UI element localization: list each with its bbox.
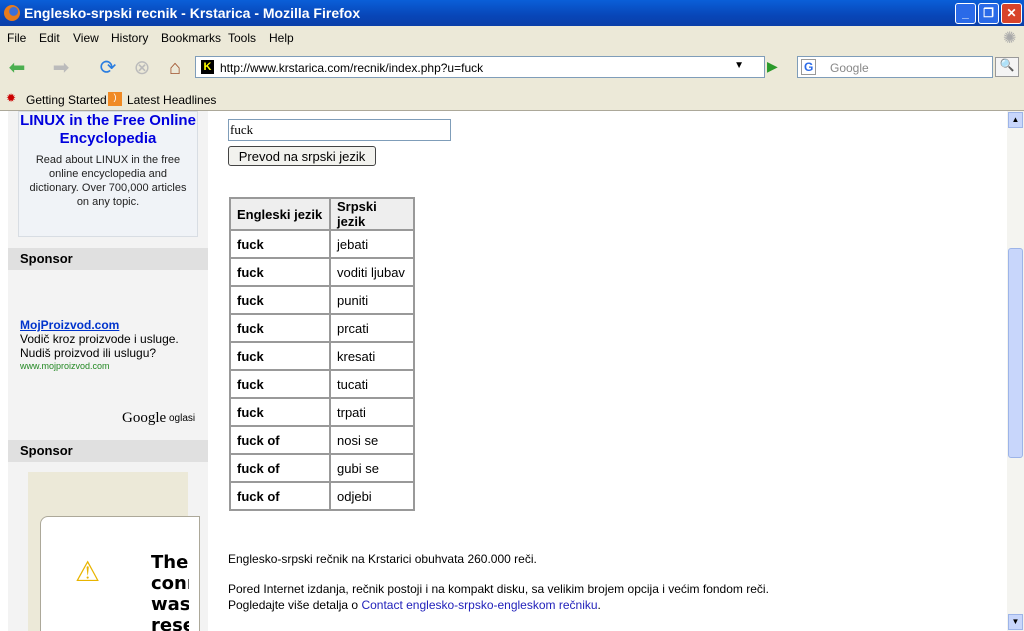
menu-edit[interactable]: Edit bbox=[39, 31, 60, 45]
getting-started-icon: ✹ bbox=[6, 91, 17, 105]
search-button[interactable]: 🔍 bbox=[995, 57, 1019, 77]
table-row: fuck of nosi se bbox=[230, 426, 414, 454]
firefox-icon bbox=[4, 5, 20, 21]
ad-body: Read about LINUX in the free online ency… bbox=[29, 154, 187, 208]
translation-table: Engleski jezik Srpski jezik fuck jebati fu… bbox=[229, 197, 415, 511]
ad-link[interactable]: MojProizvod.com bbox=[20, 318, 119, 332]
ad-line1: Vodič kroz proizvode i usluge. bbox=[20, 332, 179, 346]
table-row: fuck of gubi se bbox=[230, 454, 414, 482]
url-dropdown-icon[interactable]: ▼ bbox=[734, 60, 744, 71]
scrollbar-thumb[interactable] bbox=[1008, 248, 1023, 458]
throbber-icon: ✺ bbox=[1003, 30, 1017, 47]
english-term: fuck of bbox=[230, 426, 330, 454]
menu-history[interactable]: History bbox=[111, 31, 148, 45]
error-line: conn bbox=[151, 573, 189, 594]
sponsor-heading: Sponsor bbox=[8, 248, 208, 270]
serbian-translation: jebati bbox=[330, 230, 414, 258]
contact-dictionary-link[interactable]: Contact englesko-srpsko-engleskom rečnik… bbox=[361, 598, 597, 612]
english-term: fuck bbox=[230, 286, 330, 314]
menu-tools[interactable]: Tools bbox=[228, 31, 256, 45]
bookmark-latest-headlines[interactable]: Latest Headlines bbox=[127, 93, 216, 107]
error-line: rese bbox=[151, 615, 189, 631]
search-word-input[interactable] bbox=[228, 119, 451, 141]
bookmarks-toolbar: ✹ Getting Started ) Latest Headlines bbox=[0, 88, 1024, 111]
url-text: http://www.krstarica.com/recnik/index.ph… bbox=[220, 61, 484, 75]
menu-view[interactable]: View bbox=[73, 31, 99, 45]
serbian-translation: prcati bbox=[330, 314, 414, 342]
table-row: fuck puniti bbox=[230, 286, 414, 314]
search-box[interactable]: G Google bbox=[797, 56, 993, 78]
serbian-translation: tucati bbox=[330, 370, 414, 398]
linux-ad[interactable]: LINUX in the Free Online Encyclopedia Re… bbox=[18, 111, 198, 237]
menu-bookmarks[interactable]: Bookmarks bbox=[161, 31, 221, 45]
table-row: fuck of odjebi bbox=[230, 482, 414, 510]
serbian-translation: odjebi bbox=[330, 482, 414, 510]
stop-icon[interactable]: ⊗ bbox=[129, 56, 155, 80]
english-term: fuck bbox=[230, 398, 330, 426]
reload-icon[interactable]: ⟳ bbox=[95, 56, 121, 80]
google-search-icon[interactable]: G bbox=[801, 59, 817, 75]
english-term: fuck bbox=[230, 258, 330, 286]
info-text-1: Englesko-srpski rečnik na Krstarici obuh… bbox=[228, 552, 537, 566]
forward-icon[interactable]: ➡ bbox=[48, 56, 74, 80]
english-term: fuck bbox=[230, 370, 330, 398]
page-content: LINUX in the Free Online Encyclopedia Re… bbox=[0, 111, 1007, 631]
table-row: fuck tucati bbox=[230, 370, 414, 398]
serbian-translation: kresati bbox=[330, 342, 414, 370]
scroll-up-button[interactable]: ▲ bbox=[1008, 112, 1023, 128]
info-text-3-prefix: Pogledajte više detalja o bbox=[228, 598, 362, 612]
url-bar[interactable]: K http://www.krstarica.com/recnik/index.… bbox=[195, 56, 765, 78]
menu-help[interactable]: Help bbox=[269, 31, 294, 45]
serbian-translation: puniti bbox=[330, 286, 414, 314]
table-row: fuck voditi ljubav bbox=[230, 258, 414, 286]
english-term: fuck of bbox=[230, 482, 330, 510]
rss-icon: ) bbox=[108, 92, 122, 106]
header-english: Engleski jezik bbox=[230, 198, 330, 230]
title-bar: Englesko-srpski recnik - Krstarica - Moz… bbox=[0, 0, 1024, 26]
table-header-row: Engleski jezik Srpski jezik bbox=[230, 198, 414, 230]
table-row: fuck prcati bbox=[230, 314, 414, 342]
serbian-translation: nosi se bbox=[330, 426, 414, 454]
table-row: fuck trpati bbox=[230, 398, 414, 426]
sponsor-heading-2: Sponsor bbox=[8, 440, 208, 462]
english-term: fuck bbox=[230, 230, 330, 258]
translate-button[interactable]: Prevod na srpski jezik bbox=[228, 146, 376, 166]
serbian-translation: voditi ljubav bbox=[330, 258, 414, 286]
ad-title[interactable]: LINUX in the Free Online Encyclopedia bbox=[19, 112, 197, 148]
window-title: Englesko-srpski recnik - Krstarica - Moz… bbox=[24, 5, 361, 21]
info-text-2: Pored Internet izdanja, rečnik postoji i… bbox=[228, 582, 769, 596]
serbian-translation: trpati bbox=[330, 398, 414, 426]
maximize-button[interactable]: ❐ bbox=[978, 3, 999, 24]
header-serbian: Srpski jezik bbox=[330, 198, 414, 230]
search-placeholder: Google bbox=[830, 61, 869, 75]
serbian-translation: gubi se bbox=[330, 454, 414, 482]
go-icon[interactable]: ▶ bbox=[767, 58, 778, 75]
menu-bar: File Edit View History Bookmarks Tools H… bbox=[0, 26, 1024, 48]
site-favicon: K bbox=[201, 60, 214, 74]
info-text-3: Pogledajte više detalja o Contact engles… bbox=[228, 598, 601, 612]
english-term: fuck bbox=[230, 342, 330, 370]
home-icon[interactable]: ⌂ bbox=[162, 56, 188, 80]
english-term: fuck of bbox=[230, 454, 330, 482]
english-term: fuck bbox=[230, 314, 330, 342]
back-icon[interactable]: ⬅ bbox=[4, 56, 30, 80]
error-box: ⚠ The conn was rese bbox=[40, 516, 200, 631]
table-row: fuck jebati bbox=[230, 230, 414, 258]
table-row: fuck kresati bbox=[230, 342, 414, 370]
google-ads-label[interactable]: oglasi bbox=[169, 413, 195, 424]
ad-line2: Nudiš proizvod ili uslugu? bbox=[20, 346, 157, 360]
error-line: The bbox=[151, 552, 189, 573]
close-button[interactable]: ✕ bbox=[1001, 3, 1022, 24]
ad-url[interactable]: www.mojproizvod.com bbox=[20, 361, 110, 371]
ad-iframe-error: ⚠ The conn was rese bbox=[28, 472, 200, 631]
minimize-button[interactable]: _ bbox=[955, 3, 976, 24]
warning-icon: ⚠ bbox=[75, 556, 101, 587]
error-line: was bbox=[151, 594, 189, 615]
bookmark-getting-started[interactable]: Getting Started bbox=[26, 93, 107, 107]
google-logo: Google bbox=[122, 410, 167, 426]
menu-file[interactable]: File bbox=[7, 31, 26, 45]
scroll-down-button[interactable]: ▼ bbox=[1008, 614, 1023, 630]
info-text-3-suffix: . bbox=[597, 598, 601, 612]
